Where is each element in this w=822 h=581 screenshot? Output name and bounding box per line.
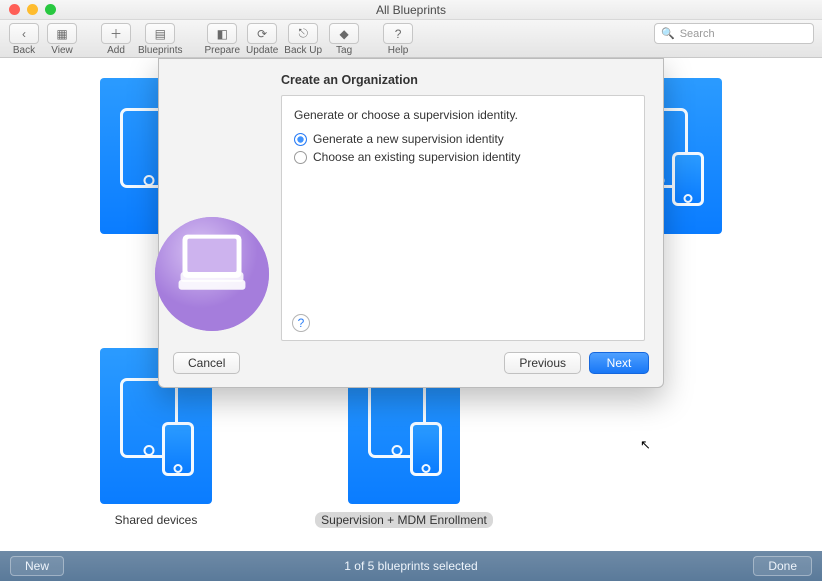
blueprints-label: Blueprints [138, 45, 182, 56]
view-label: View [51, 45, 73, 56]
search-icon: 🔍 [661, 27, 675, 40]
update-icon: ⟳ [247, 23, 277, 44]
blueprints-button[interactable]: ▤ Blueprints [138, 23, 182, 56]
radio-on-icon [294, 133, 307, 146]
radio-label: Generate a new supervision identity [313, 132, 504, 146]
dialog-panel: Generate or choose a supervision identit… [281, 95, 645, 341]
create-organization-dialog: Create an Organization Generate or choos… [158, 58, 664, 388]
previous-button[interactable]: Previous [504, 352, 581, 374]
dialog-appicon-area [177, 71, 277, 341]
toolbar: ‹ Back ▦ View ＋ Add ▤ Blueprints ◧ Prepa… [0, 20, 822, 58]
configurator-appicon [153, 215, 271, 333]
help-icon: ? [383, 23, 413, 44]
dialog-title: Create an Organization [281, 73, 645, 87]
titlebar: All Blueprints [0, 0, 822, 20]
tag-icon: ◆ [329, 23, 359, 44]
next-button[interactable]: Next [589, 352, 649, 374]
update-button[interactable]: ⟳ Update [246, 23, 278, 56]
help-button[interactable]: ? Help [382, 23, 414, 56]
view-button[interactable]: ▦ View [46, 23, 78, 56]
backup-icon: ⎋ [288, 23, 318, 44]
bottom-bar: New 1 of 5 blueprints selected Done [0, 551, 822, 581]
radio-choose-existing-identity[interactable]: Choose an existing supervision identity [294, 150, 632, 164]
update-label: Update [246, 45, 278, 56]
cursor-icon: ↖ [640, 437, 651, 453]
help-label: Help [388, 45, 409, 56]
add-button[interactable]: ＋ Add [100, 23, 132, 56]
new-button[interactable]: New [10, 556, 64, 576]
prepare-icon: ◧ [207, 23, 237, 44]
tag-button[interactable]: ◆ Tag [328, 23, 360, 56]
main-content: Shared devices Supervision + MDM Enrollm… [0, 58, 822, 551]
selection-status: 1 of 5 blueprints selected [0, 559, 822, 573]
cancel-button[interactable]: Cancel [173, 352, 240, 374]
window-title: All Blueprints [0, 3, 822, 17]
add-label: Add [107, 45, 125, 56]
prepare-button[interactable]: ◧ Prepare [204, 23, 240, 56]
window-controls [9, 4, 56, 15]
blueprints-icon: ▤ [145, 23, 175, 44]
back-label: Back [13, 45, 35, 56]
tag-label: Tag [336, 45, 352, 56]
radio-label: Choose an existing supervision identity [313, 150, 520, 164]
dialog-button-row: Cancel Previous Next [159, 345, 663, 387]
plus-icon: ＋ [101, 23, 131, 44]
zoom-window-button[interactable] [45, 4, 56, 15]
close-window-button[interactable] [9, 4, 20, 15]
blueprint-label: Supervision + MDM Enrollment [315, 512, 493, 528]
prepare-label: Prepare [204, 45, 240, 56]
minimize-window-button[interactable] [27, 4, 38, 15]
radio-off-icon [294, 151, 307, 164]
search-input[interactable]: 🔍 Search [654, 23, 814, 44]
radio-generate-identity[interactable]: Generate a new supervision identity [294, 132, 632, 146]
chevron-left-icon: ‹ [9, 23, 39, 44]
backup-label: Back Up [284, 45, 322, 56]
search-placeholder: Search [680, 28, 715, 40]
dialog-help-button[interactable]: ? [292, 314, 310, 332]
dialog-prompt: Generate or choose a supervision identit… [294, 108, 632, 122]
blueprint-label: Shared devices [109, 512, 204, 528]
grid-icon: ▦ [47, 23, 77, 44]
back-button[interactable]: ‹ Back [8, 23, 40, 56]
backup-button[interactable]: ⎋ Back Up [284, 23, 322, 56]
done-button[interactable]: Done [753, 556, 812, 576]
